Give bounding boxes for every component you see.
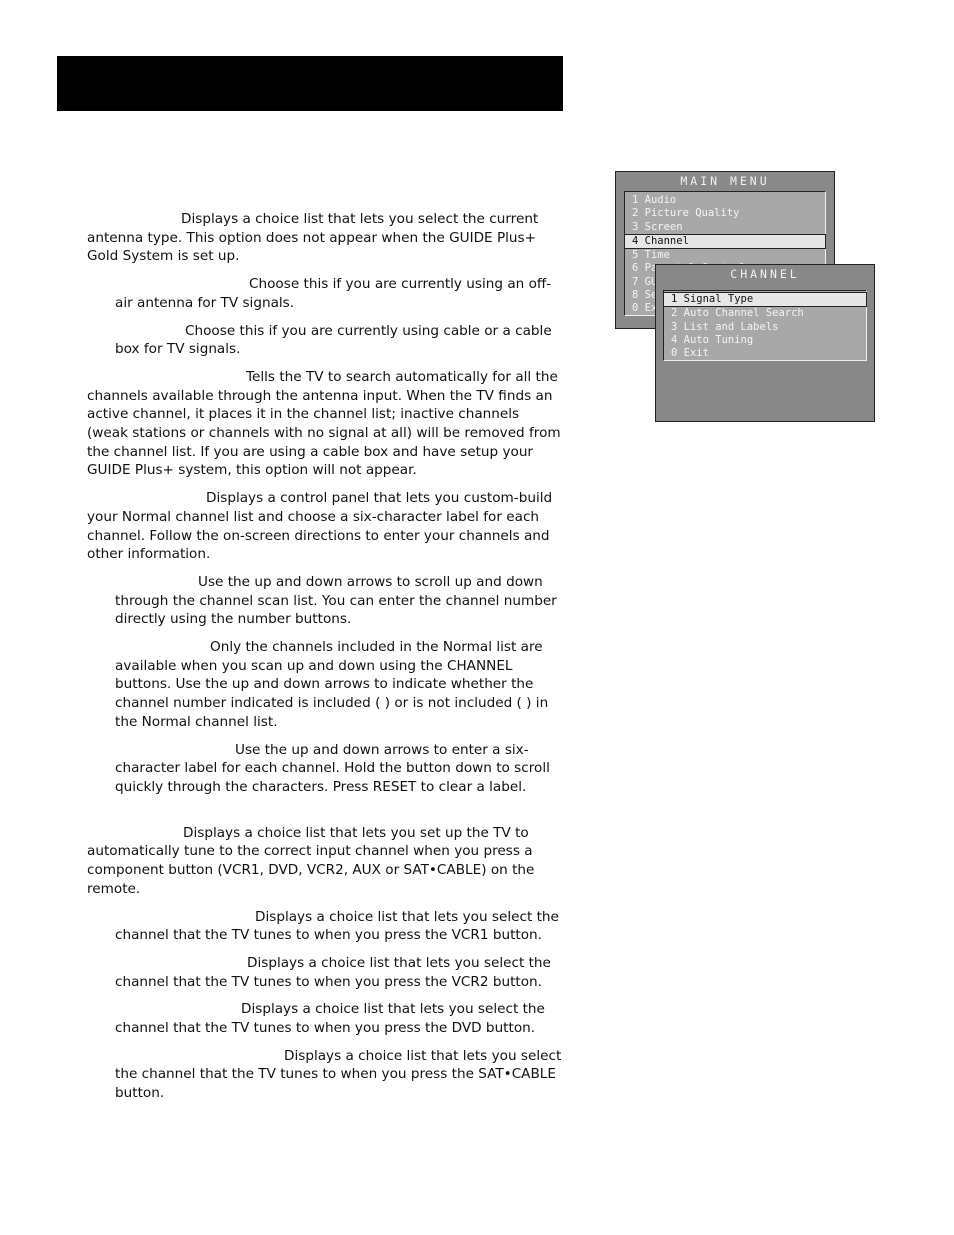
channel-menu-item-exit[interactable]: 0 Exit	[664, 347, 866, 360]
main-menu-item-channel[interactable]: 4 Channel	[624, 233, 826, 250]
channel-menu-screen: CHANNEL 1 Signal Type 2 Auto Channel Sea…	[655, 264, 875, 422]
channel-menu-item-list-and-labels[interactable]: 3 List and Labels	[664, 321, 866, 334]
paragraph-auto-tuning: Displays a choice list that lets you set…	[87, 824, 535, 897]
main-menu-item-time[interactable]: 5 Time	[625, 249, 825, 262]
paragraph-auto-channel-search: Tells the TV to search automatically for…	[87, 368, 561, 479]
paragraph-cable: Choose this if you are currently using c…	[115, 322, 552, 358]
channel-menu-item-signal-type[interactable]: 1 Signal Type	[663, 292, 867, 308]
body-text: Displays a choice list that lets you sel…	[87, 210, 562, 1112]
section-header-bar	[57, 56, 563, 111]
paragraph-vcr2: Displays a choice list that lets you sel…	[115, 954, 551, 990]
channel-menu-item-auto-channel-search[interactable]: 2 Auto Channel Search	[664, 307, 866, 320]
main-menu-item-picture-quality[interactable]: 2 Picture Quality	[625, 207, 825, 220]
paragraph-signal-type: Displays a choice list that lets you sel…	[87, 211, 539, 265]
channel-menu-item-auto-tuning[interactable]: 4 Auto Tuning	[664, 334, 866, 347]
paragraph-antenna: Choose this if you are currently using a…	[115, 276, 552, 311]
paragraph-normal-list: Only the channels included in the Normal…	[115, 639, 549, 730]
paragraph-vcr1: Displays a choice list that lets you sel…	[115, 908, 559, 944]
paragraph-channel-label: Use the up and down arrows to enter a si…	[115, 741, 550, 795]
channel-menu-list: 1 Signal Type 2 Auto Channel Search 3 Li…	[663, 290, 867, 361]
paragraph-sat-cable: Displays a choice list that lets you sel…	[115, 1047, 562, 1102]
main-menu-item-audio[interactable]: 1 Audio	[625, 194, 825, 207]
main-menu-title: MAIN MENU	[680, 174, 770, 188]
paragraph-channel-number: Use the up and down arrows to scroll up …	[115, 573, 557, 628]
channel-menu-title: CHANNEL	[730, 267, 800, 281]
paragraph-dvd: Displays a choice list that lets you sel…	[115, 1001, 545, 1037]
main-menu-item-screen[interactable]: 3 Screen	[625, 221, 825, 234]
paragraph-list-and-labels: Displays a control panel that lets you c…	[87, 490, 553, 563]
